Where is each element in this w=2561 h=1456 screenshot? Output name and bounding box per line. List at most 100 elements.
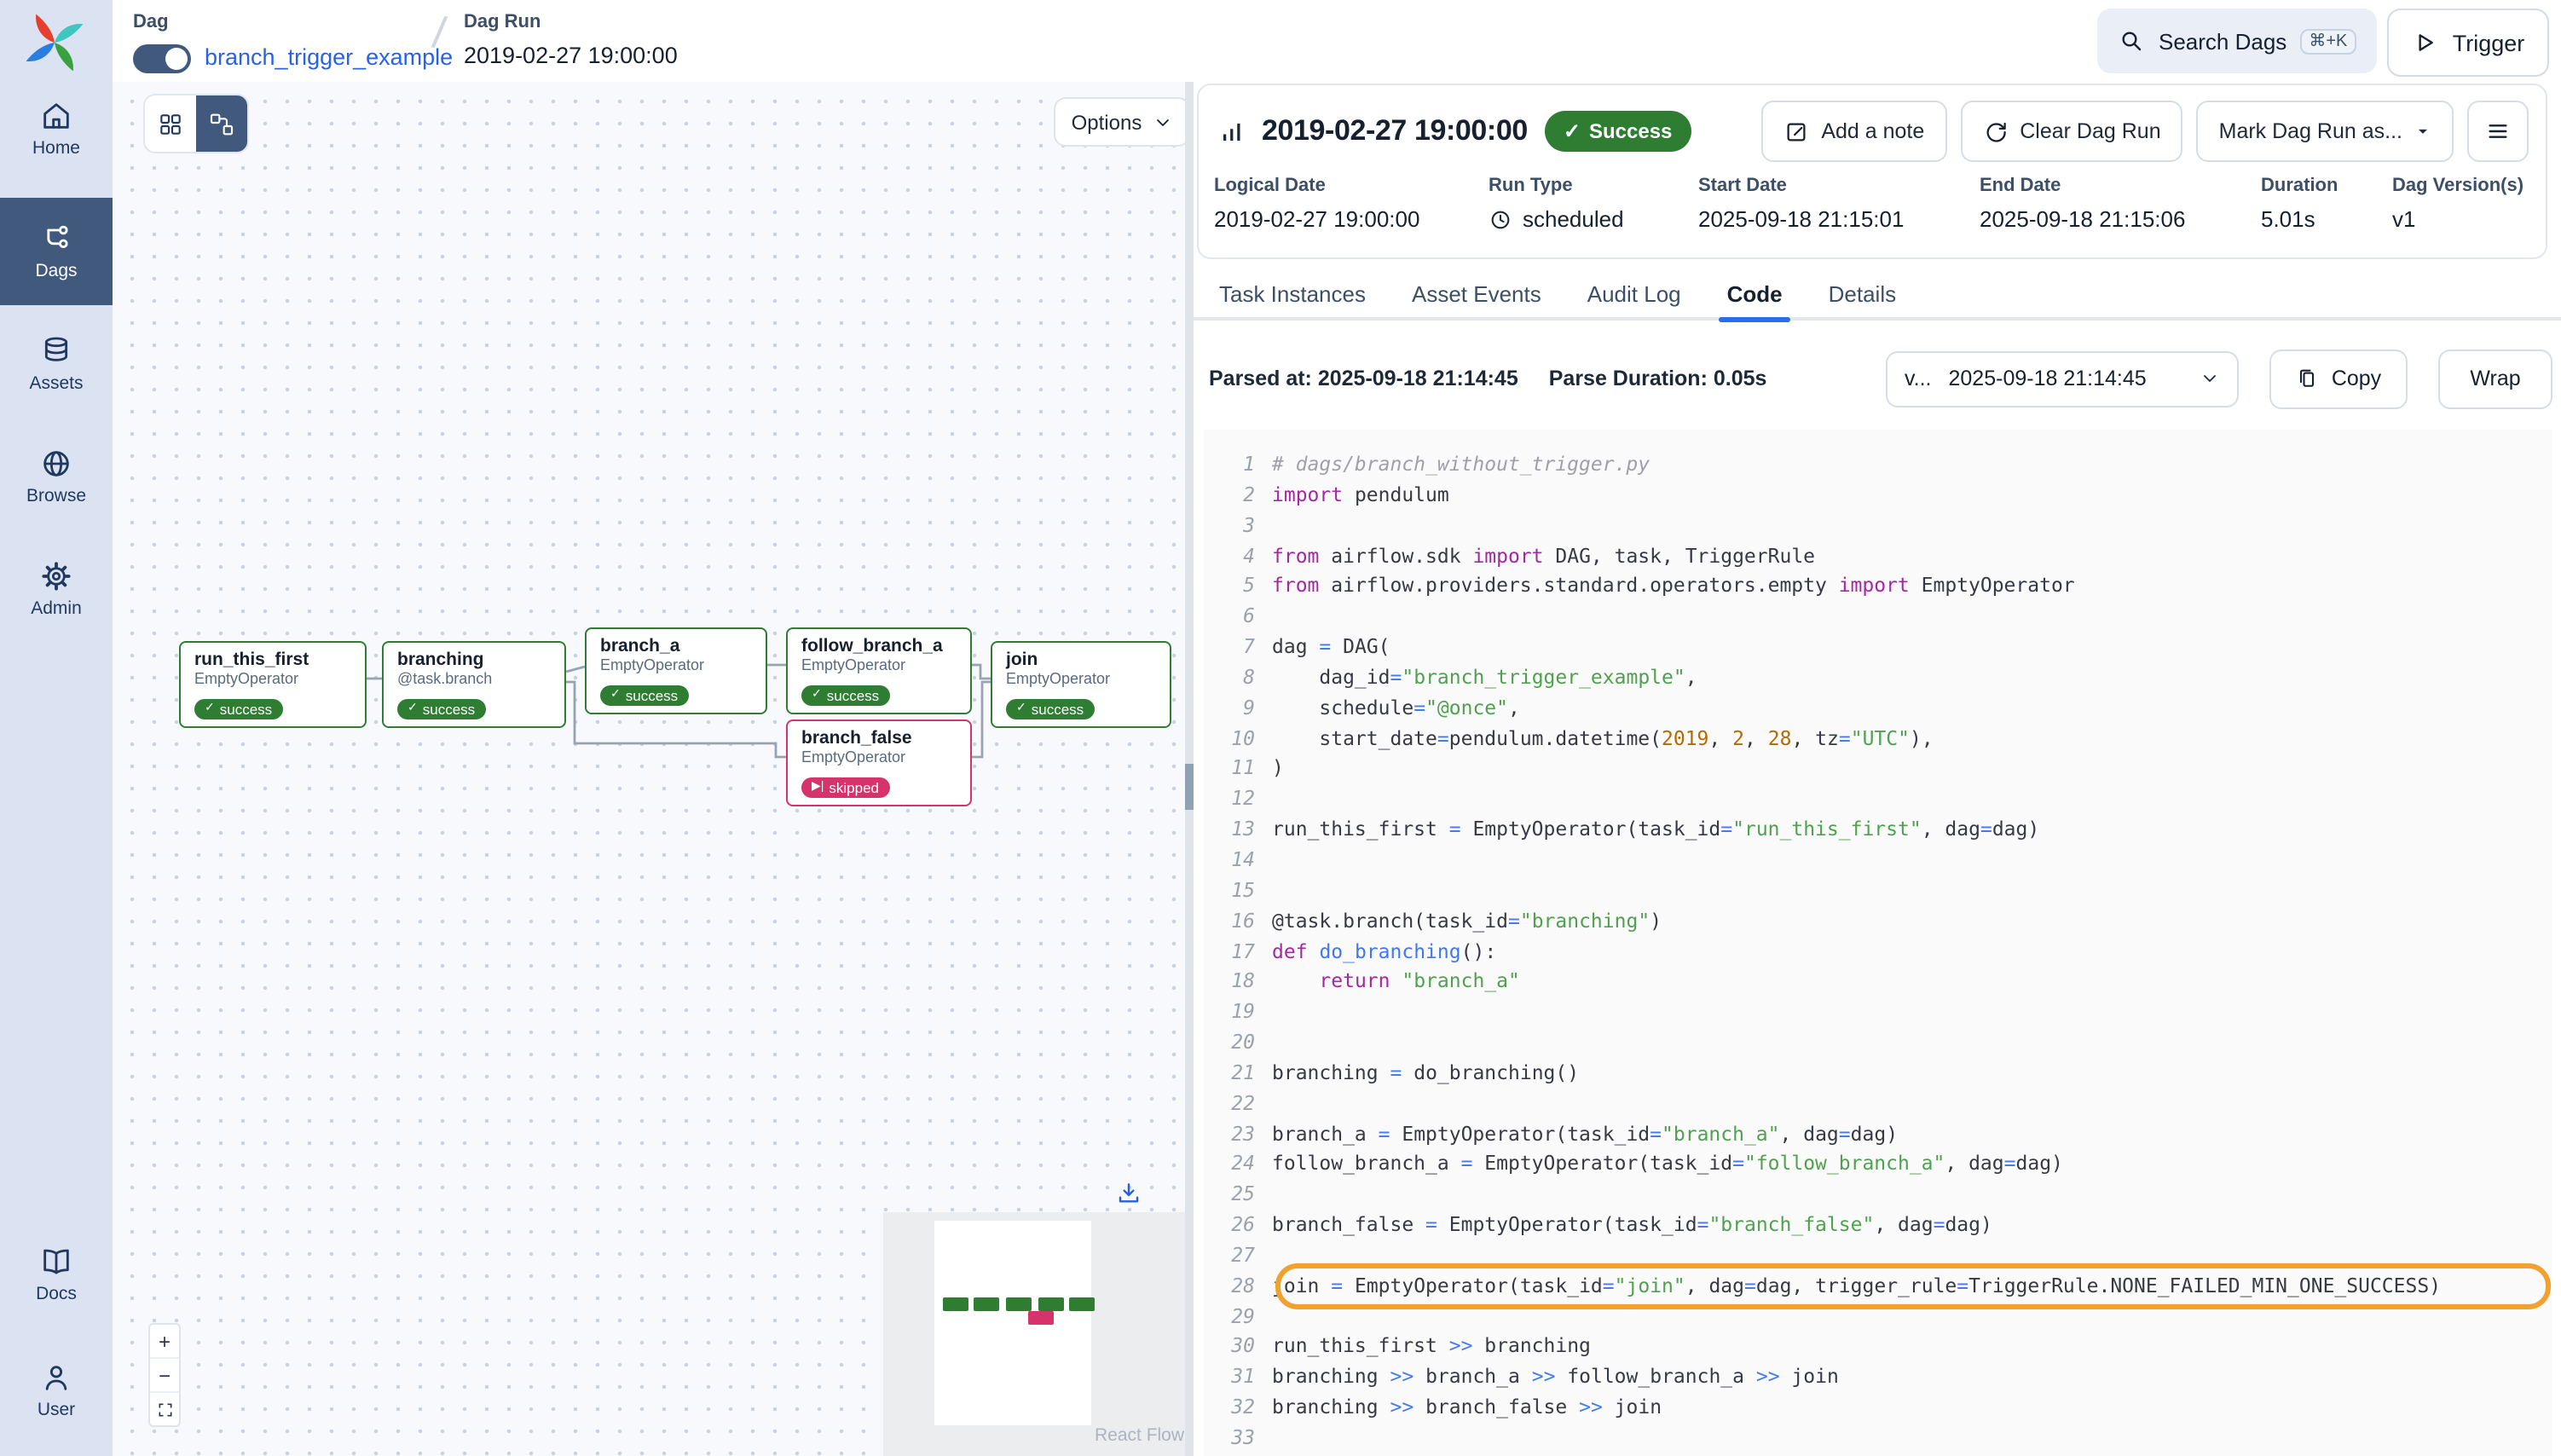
dagrun-panel: 2019-02-27 19:00:00 ✓ Success Add a note… [1194,82,2561,1456]
sidebar-item-user[interactable]: User [0,1361,113,1420]
task-state-badge: ✓success [801,685,889,706]
dagrun-title: 2019-02-27 19:00:00 [1262,114,1528,148]
sidebar-item-dags[interactable]: Dags [0,198,113,305]
more-menu-button[interactable] [2467,101,2529,162]
airflow-app: Home Dags Assets Browse Admin Docs [0,0,2561,1456]
graph-node-branching[interactable]: branching@task.branch✓success [382,641,566,728]
minimap-viewport [934,1221,1091,1425]
meta-start-date: Start Date 2025-09-18 21:15:01 [1698,176,1904,232]
fit-view-icon [156,1401,173,1418]
graph-node-branch_false[interactable]: branch_falseEmptyOperator▶|skipped [786,719,972,806]
tab-details[interactable]: Details [1820,266,1905,321]
breadcrumb-dag-link[interactable]: branch_trigger_example [205,44,453,70]
graph-canvas[interactable]: run_this_firstEmptyOperator✓successbranc… [113,82,1188,1456]
line-content: branching = do_branching() [1272,1059,2552,1089]
sidebar-item-browse[interactable]: Browse [0,447,113,506]
sidebar-item-label: Dags [35,261,77,281]
status-label: Success [1589,119,1672,143]
graph-node-branch_a[interactable]: branch_aEmptyOperator✓success [585,627,767,714]
tab-code[interactable]: Code [1719,266,1791,321]
code-line-29: 29 [1204,1302,2552,1332]
tab-asset-events[interactable]: Asset Events [1403,266,1550,321]
graph-minimap[interactable] [883,1212,1188,1456]
version-select[interactable]: v... 2025-09-18 21:14:45 [1886,350,2239,407]
chevron-down-icon [2200,368,2220,389]
code-line-14: 14 [1204,846,2552,876]
graph-view-icon [208,110,235,137]
line-content [1272,846,2552,876]
line-number: 11 [1204,754,1272,785]
view-toggle [145,95,247,152]
line-number: 31 [1204,1363,1272,1394]
success-icon: ✓ [812,687,822,704]
task-name: join [1006,650,1156,670]
line-content: import pendulum [1272,481,2552,511]
copy-label: Copy [2332,367,2381,390]
run-type-value: scheduled [1523,206,1624,232]
line-number: 23 [1204,1119,1272,1150]
line-number: 27 [1204,1241,1272,1272]
minimap-node-success [974,1297,999,1311]
task-name: branch_false [801,728,957,748]
options-button[interactable]: Options [1054,97,1188,147]
sidebar-item-assets[interactable]: Assets [0,334,113,394]
meta-label: End Date [1980,176,2185,196]
line-number: 15 [1204,876,1272,907]
graph-node-follow_branch_a[interactable]: follow_branch_aEmptyOperator✓success [786,627,972,714]
clear-dagrun-label: Clear Dag Run [2020,119,2160,143]
tab-task-instances[interactable]: Task Instances [1211,266,1374,321]
copy-button[interactable]: Copy [2269,349,2408,408]
dag-code-viewer[interactable]: 1# dags/branch_without_trigger.py2import… [1204,430,2552,1456]
dagrun-header-row: 2019-02-27 19:00:00 ✓ Success Add a note… [1219,99,2529,164]
code-line-1: 1# dags/branch_without_trigger.py [1204,450,2552,481]
add-note-button[interactable]: Add a note [1761,101,1946,162]
version-value: 2025-09-18 21:14:45 [1949,367,2147,390]
sidebar-item-docs[interactable]: Docs [0,1245,113,1304]
trigger-button[interactable]: Trigger [2387,9,2549,77]
graph-view-button[interactable] [196,95,247,152]
search-placeholder: Search Dags [2159,28,2286,54]
tab-audit-log[interactable]: Audit Log [1579,266,1690,321]
zoom-out-button[interactable]: − [150,1359,179,1393]
fit-view-button[interactable] [150,1393,179,1425]
sidebar-item-admin[interactable]: Admin [0,559,113,619]
code-toolbar: Parsed at: 2025-09-18 21:14:45 Parse Dur… [1209,341,2552,416]
line-content: follow_branch_a = EmptyOperator(task_id=… [1272,1150,2552,1181]
mark-dagrun-as-dropdown[interactable]: Mark Dag Run as... [2197,101,2454,162]
line-number: 12 [1204,785,1272,816]
code-line-5: 5from airflow.providers.standard.operato… [1204,572,2552,603]
airflow-logo[interactable] [22,10,87,75]
clear-dagrun-button[interactable]: Clear Dag Run [1960,101,2182,162]
meta-value[interactable]: v1 [2392,206,2523,232]
success-icon: ✓ [1016,701,1026,718]
add-note-label: Add a note [1821,119,1924,143]
code-line-18: 18 return "branch_a" [1204,968,2552,998]
line-number: 8 [1204,663,1272,694]
zoom-in-button[interactable]: + [150,1325,179,1359]
tab-bar: Task Instances Asset Events Audit Log Co… [1211,266,2561,321]
line-number: 14 [1204,846,1272,876]
graph-node-run_this_first[interactable]: run_this_firstEmptyOperator✓success [179,641,367,728]
graph-node-join[interactable]: joinEmptyOperator✓success [991,641,1171,728]
line-content [1272,1241,2552,1272]
wrap-button[interactable]: Wrap [2438,349,2552,408]
task-operator: EmptyOperator [801,748,957,767]
meta-label: Dag Version(s) [2392,176,2523,196]
search-dags-input[interactable]: Search Dags ⌘+K [2097,9,2377,73]
reactflow-attribution[interactable]: React Flow [1095,1425,1184,1446]
sidebar-item-label: Assets [29,373,83,394]
dag-pause-toggle[interactable] [133,44,191,73]
task-state-badge: ✓success [1006,699,1094,719]
download-image-button[interactable] [1115,1180,1142,1207]
code-line-27: 27 [1204,1241,2552,1272]
line-content: dag_id="branch_trigger_example", [1272,663,2552,694]
dagrun-actions: Add a note Clear Dag Run Mark Dag Run as… [1761,101,2529,162]
meta-duration: Duration 5.01s [2261,176,2338,232]
dagrun-status-badge: ✓ Success [1545,111,1691,152]
line-content: branching >> branch_false >> join [1272,1393,2552,1424]
breadcrumb-dagrun-value: 2019-02-27 19:00:00 [464,43,678,68]
line-number: 18 [1204,968,1272,998]
grid-view-button[interactable] [145,95,196,152]
sidebar-item-home[interactable]: Home [0,99,113,159]
line-number: 7 [1204,633,1272,663]
